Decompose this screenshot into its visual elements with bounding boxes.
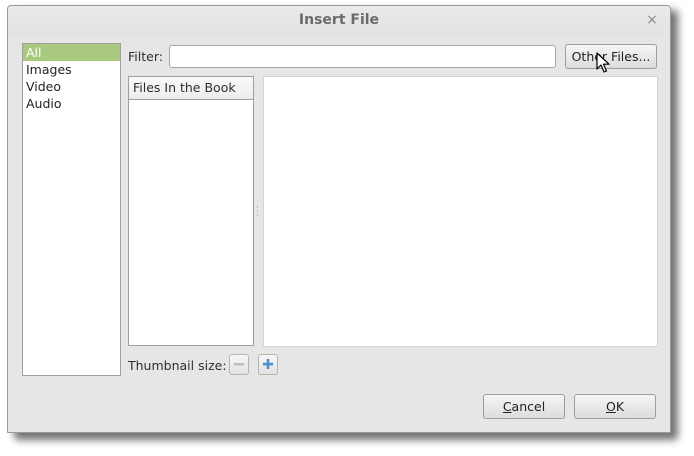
thumbnail-increase-button[interactable] (258, 354, 278, 375)
category-item-all[interactable]: All (23, 44, 120, 61)
mouse-pointer-icon (596, 52, 610, 73)
category-item-audio[interactable]: Audio (23, 95, 120, 112)
files-list-header[interactable]: Files In the Book (129, 77, 253, 100)
ok-label-rest: K (615, 399, 625, 414)
files-in-book-list[interactable]: Files In the Book (128, 76, 254, 346)
other-files-button[interactable]: Other Files... (565, 44, 657, 69)
category-list[interactable]: All Images Video Audio (22, 43, 121, 376)
thumbnail-size-label: Thumbnail size: (128, 358, 227, 373)
minus-icon (234, 363, 244, 366)
plus-icon (263, 359, 273, 369)
thumbnail-decrease-button[interactable] (229, 354, 249, 375)
filter-label: Filter: (128, 49, 163, 64)
title-bar[interactable]: Insert File × (8, 6, 670, 36)
ok-mnemonic: O (605, 399, 616, 414)
category-item-images[interactable]: Images (23, 61, 120, 78)
filter-input[interactable] (169, 45, 556, 68)
cancel-button[interactable]: Cancel (483, 394, 565, 419)
cancel-label-rest: ancel (511, 399, 546, 414)
thumbnail-preview-area[interactable] (263, 76, 658, 347)
dialog-title: Insert File (298, 12, 380, 28)
category-item-video[interactable]: Video (23, 78, 120, 95)
insert-file-dialog: Insert File × All Images Video Audio Fil… (7, 5, 671, 433)
ok-button[interactable]: OK (574, 394, 656, 419)
pane-splitter-handle[interactable]: · · · (256, 204, 260, 220)
cancel-mnemonic: C (502, 399, 512, 414)
close-icon[interactable]: × (644, 11, 660, 29)
